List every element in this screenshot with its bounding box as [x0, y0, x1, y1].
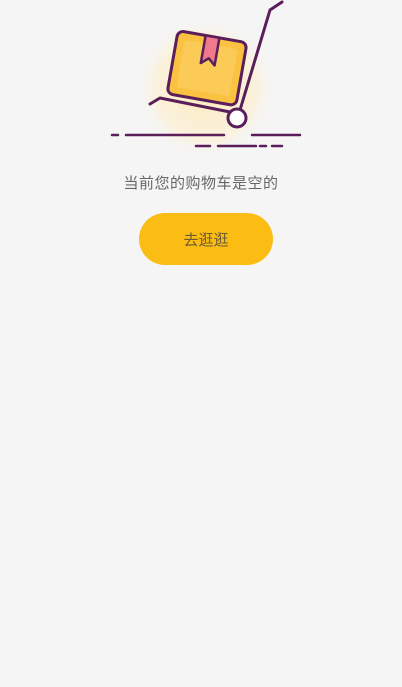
go-shopping-button[interactable]: 去逛逛: [139, 213, 273, 265]
empty-cart-message: 当前您的购物车是空的: [123, 174, 279, 192]
empty-cart-trolley-icon: [110, 0, 302, 160]
empty-cart-page: 当前您的购物车是空的 去逛逛: [0, 0, 402, 687]
